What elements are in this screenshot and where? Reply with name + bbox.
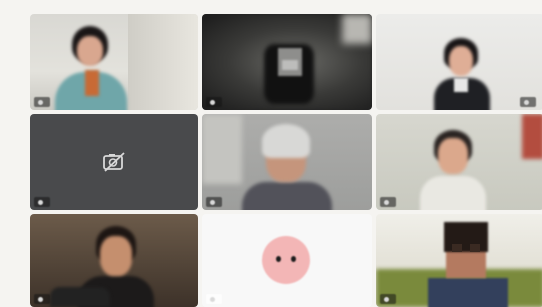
participant-name-tag — [34, 97, 50, 107]
participant-body — [242, 182, 332, 210]
participant-tile-7[interactable] — [30, 214, 198, 307]
mic-muted-icon — [210, 296, 215, 302]
avatar-eye-right — [291, 256, 296, 262]
mic-muted-icon — [210, 199, 215, 205]
participant-hair — [262, 124, 310, 158]
background-poster — [522, 114, 542, 159]
background-lamp — [202, 114, 242, 184]
participant-tile-8[interactable] — [202, 214, 372, 307]
participant-face — [438, 138, 468, 174]
participant-name-tag — [34, 197, 50, 207]
participant-face — [77, 36, 103, 66]
participant-name-tag — [520, 97, 536, 107]
camera-off-icon — [103, 152, 125, 172]
mic-muted-icon — [384, 296, 389, 302]
mic-muted-icon — [210, 99, 215, 105]
mic-muted-icon — [38, 99, 43, 105]
participant-tile-1[interactable] — [30, 14, 198, 110]
pixelated-face-detail — [452, 244, 462, 252]
participant-name-tag — [380, 197, 396, 207]
participant-tile-2[interactable] — [202, 14, 372, 110]
foreground-object — [50, 287, 110, 307]
mic-muted-icon — [524, 99, 529, 105]
participant-name-tag — [34, 294, 50, 304]
mic-muted-icon — [384, 199, 389, 205]
participant-hair — [444, 222, 488, 252]
participant-body — [428, 278, 508, 307]
pixelated-face-detail — [470, 244, 480, 252]
video-conference-window — [0, 0, 542, 307]
participant-face — [100, 236, 132, 276]
participant-tile-4[interactable] — [30, 114, 198, 210]
participant-collar — [454, 78, 468, 92]
participant-tile-9[interactable] — [376, 214, 542, 307]
participant-tile-6[interactable] — [376, 114, 542, 210]
participant-grid — [30, 14, 542, 307]
mic-muted-icon — [38, 296, 43, 302]
participant-scarf — [85, 70, 99, 96]
participant-tile-5[interactable] — [202, 114, 372, 210]
avatar-eye-left — [276, 256, 281, 262]
participant-name-tag — [206, 294, 222, 304]
mic-muted-icon — [38, 199, 43, 205]
pixelated-face-detail — [282, 60, 298, 70]
background-wall — [128, 14, 198, 110]
participant-name-tag — [206, 197, 222, 207]
participant-tile-3[interactable] — [376, 14, 542, 110]
participant-name-tag — [206, 97, 222, 107]
participant-face — [449, 46, 473, 76]
participant-name-tag — [380, 294, 396, 304]
background-light — [342, 14, 372, 44]
participant-body — [420, 176, 486, 210]
avatar-icon — [262, 236, 310, 284]
